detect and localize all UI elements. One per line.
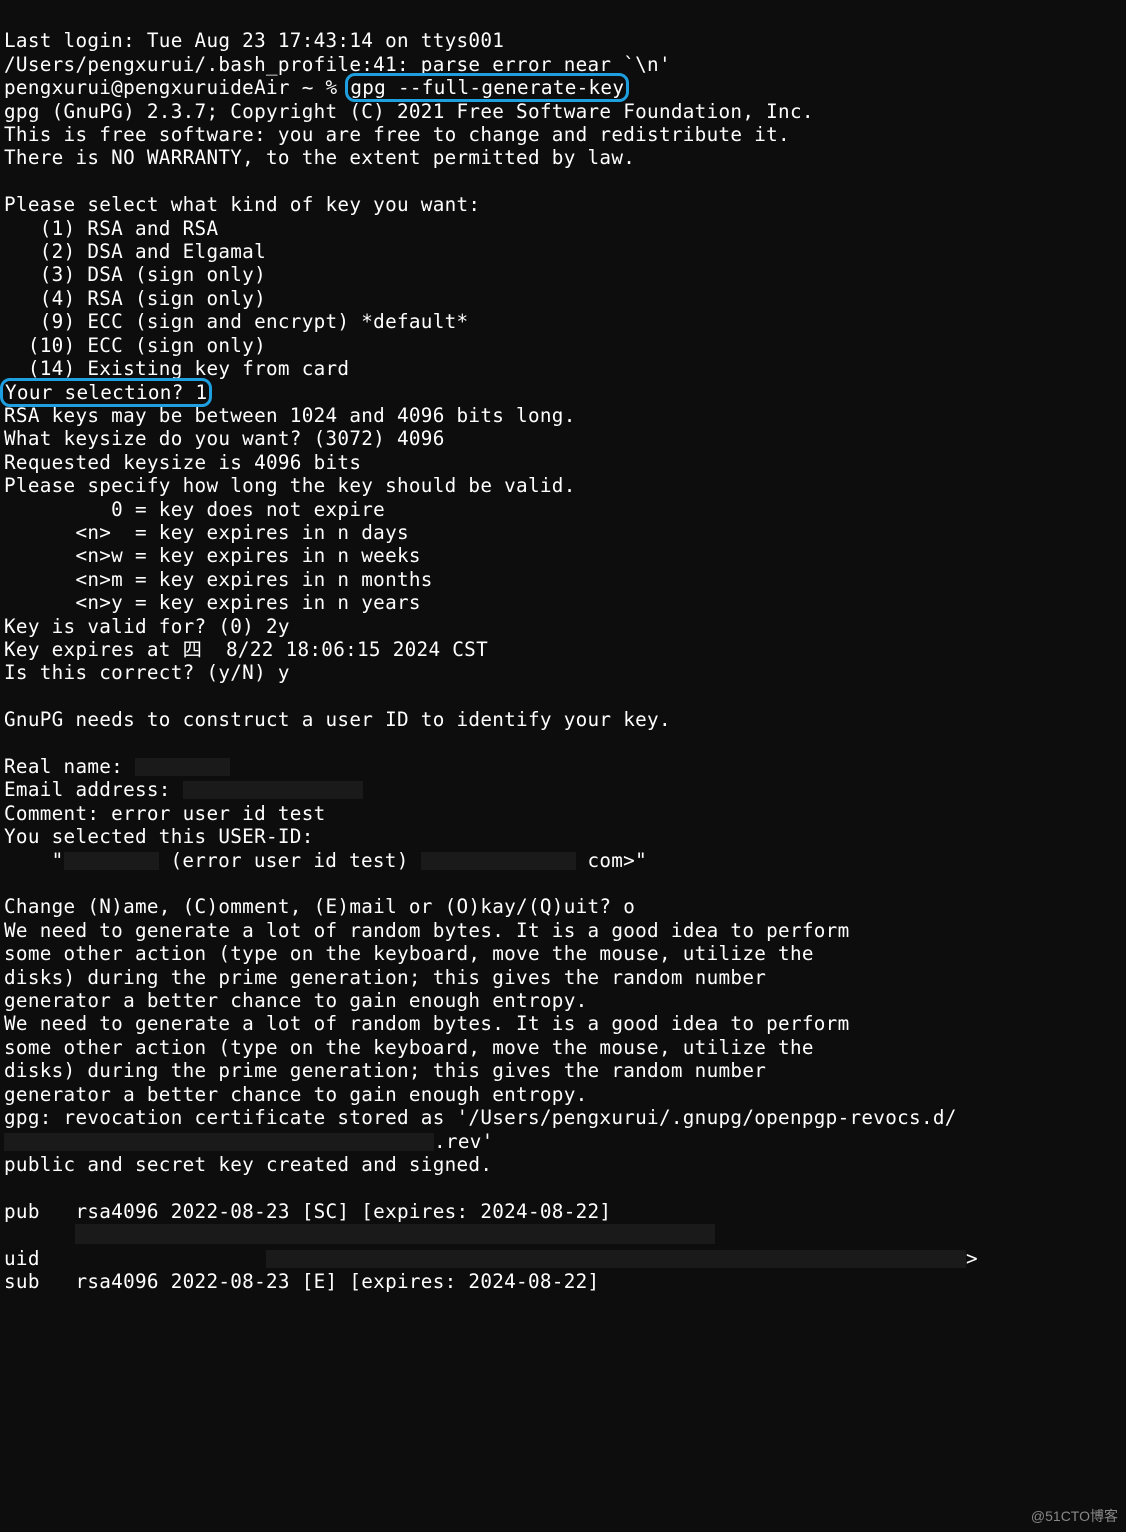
you-selected-uid: You selected this USER-ID:: [4, 825, 314, 848]
uid-tail: com>": [576, 849, 647, 872]
comment-line: Comment: error user id test: [4, 802, 326, 825]
keysize-prompt[interactable]: What keysize do you want? (3072) 4096: [4, 427, 445, 450]
validity-option-n: <n> = key expires in n days: [4, 521, 409, 544]
uid-construct-prompt: GnuPG needs to construct a user ID to id…: [4, 708, 671, 731]
validity-option-m: <n>m = key expires in n months: [4, 568, 433, 591]
entropy-msg-2d: generator a better chance to gain enough…: [4, 1083, 588, 1106]
attribution-watermark: @51CTO博客: [1031, 1506, 1118, 1526]
your-selection-highlight: Your selection? 1: [0, 378, 212, 407]
rev-ext: .rev': [434, 1130, 494, 1153]
key-option-3: (3) DSA (sign only): [4, 263, 266, 286]
email-address-label: Email address:: [4, 778, 183, 801]
validity-option-y: <n>y = key expires in n years: [4, 591, 421, 614]
key-valid-for-input[interactable]: Key is valid for? (0) 2y: [4, 615, 290, 638]
key-option-2: (2) DSA and Elgamal: [4, 240, 266, 263]
uid-comment-part: (error user id test): [159, 849, 421, 872]
pub-key-line: pub rsa4096 2022-08-23 [SC] [expires: 20…: [4, 1200, 611, 1223]
key-option-1: (1) RSA and RSA: [4, 217, 218, 240]
key-expires-at: Key expires at 四 8/22 18:06:15 2024 CST: [4, 638, 488, 661]
key-created-line: public and secret key created and signed…: [4, 1153, 492, 1176]
key-option-9: (9) ECC (sign and encrypt) *default*: [4, 310, 468, 333]
change-prompt-input[interactable]: Change (N)ame, (C)omment, (E)mail or (O)…: [4, 895, 635, 918]
real-name-label: Real name:: [4, 755, 135, 778]
uid-label: uid: [4, 1247, 171, 1270]
entropy-msg-2c: disks) during the prime generation; this…: [4, 1059, 766, 1082]
key-option-14: (14) Existing key from card: [4, 357, 349, 380]
uid-name-redacted: [64, 852, 159, 870]
validity-prompt: Please specify how long the key should b…: [4, 474, 576, 497]
key-option-4: (4) RSA (sign only): [4, 287, 266, 310]
uid-email-redacted: [421, 852, 576, 870]
key-kind-prompt: Please select what kind of key you want:: [4, 193, 480, 216]
entropy-msg-1d: generator a better chance to gain enough…: [4, 989, 588, 1012]
rsa-range-info: RSA keys may be between 1024 and 4096 bi…: [4, 404, 576, 427]
validity-option-0: 0 = key does not expire: [4, 498, 385, 521]
entropy-msg-2a: We need to generate a lot of random byte…: [4, 1012, 850, 1035]
gpg-command[interactable]: gpg --full-generate-key: [350, 76, 624, 99]
key-option-10: (10) ECC (sign only): [4, 334, 266, 357]
gpg-banner-line2: This is free software: you are free to c…: [4, 123, 790, 146]
entropy-msg-1b: some other action (type on the keyboard,…: [4, 942, 814, 965]
your-selection-input[interactable]: Your selection? 1: [5, 381, 207, 404]
validity-option-w: <n>w = key expires in n weeks: [4, 544, 421, 567]
terminal-output: Last login: Tue Aug 23 17:43:14 on ttys0…: [0, 0, 1126, 1299]
email-redacted: [183, 781, 363, 799]
sub-key-line: sub rsa4096 2022-08-23 [E] [expires: 202…: [4, 1270, 599, 1293]
is-correct-input[interactable]: Is this correct? (y/N) y: [4, 661, 290, 684]
last-login-line: Last login: Tue Aug 23 17:43:14 on ttys0…: [4, 29, 504, 52]
gpg-banner-line1: gpg (GnuPG) 2.3.7; Copyright (C) 2021 Fr…: [4, 100, 814, 123]
uid-arrow: >: [966, 1247, 978, 1270]
uid-line-redacted: [266, 1250, 966, 1268]
shell-prompt: pengxurui@pengxuruideAir ~ %: [4, 76, 349, 99]
revocation-path-redacted: [4, 1133, 434, 1151]
entropy-msg-2b: some other action (type on the keyboard,…: [4, 1036, 814, 1059]
requested-keysize: Requested keysize is 4096 bits: [4, 451, 361, 474]
entropy-msg-1a: We need to generate a lot of random byte…: [4, 919, 850, 942]
gpg-banner-line3: There is NO WARRANTY, to the extent perm…: [4, 146, 635, 169]
fingerprint-redacted: [75, 1224, 715, 1244]
real-name-redacted: [135, 758, 230, 776]
gpg-command-highlight: gpg --full-generate-key: [345, 73, 629, 102]
entropy-msg-1c: disks) during the prime generation; this…: [4, 966, 766, 989]
revocation-cert-line: gpg: revocation certificate stored as '/…: [4, 1106, 957, 1129]
